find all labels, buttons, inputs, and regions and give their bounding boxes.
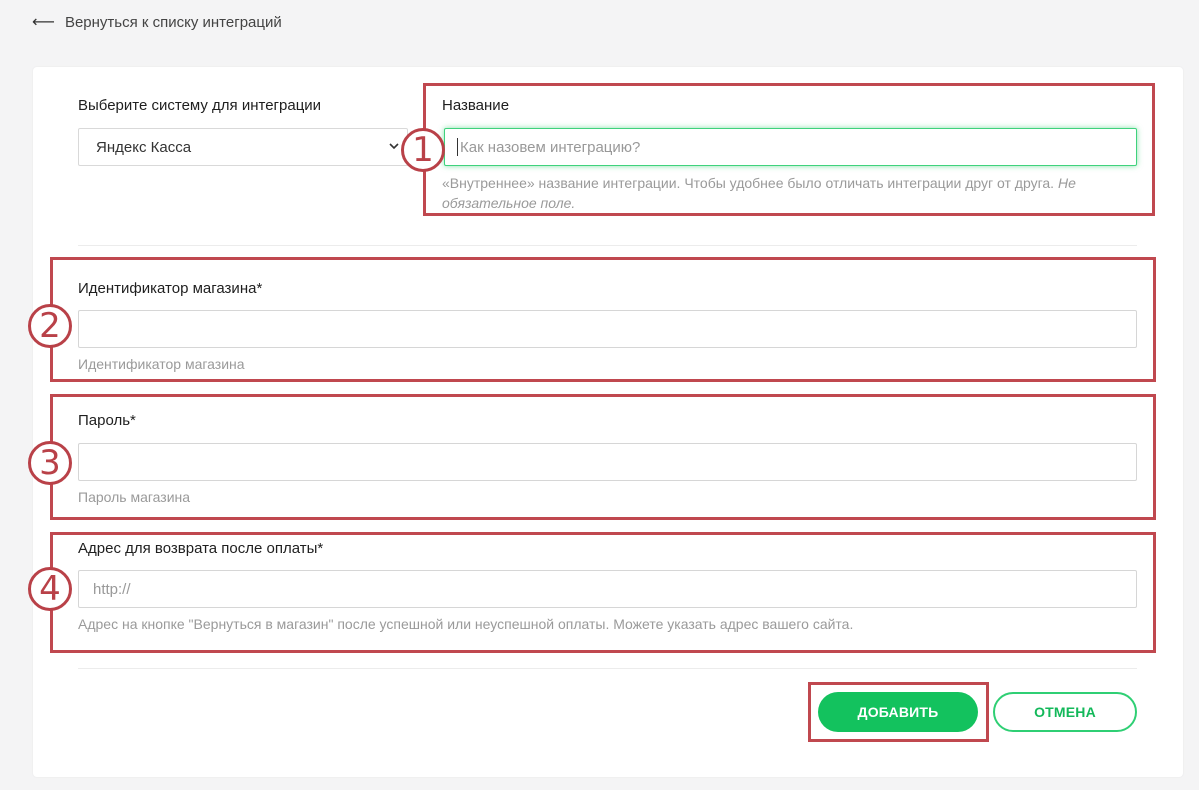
cancel-button[interactable]: ОТМЕНА (993, 692, 1137, 732)
return-url-hint: Адрес на кнопке "Вернуться в магазин" по… (78, 616, 854, 632)
password-hint: Пароль магазина (78, 489, 191, 505)
name-label: Название (442, 97, 510, 114)
section-divider (78, 245, 1137, 246)
shop-id-hint: Идентификатор магазина (78, 356, 245, 372)
name-hint: «Внутреннее» название интеграции. Чтобы … (442, 173, 1132, 213)
password-input[interactable] (78, 443, 1137, 481)
system-label: Выберите систему для интеграции (78, 97, 322, 114)
back-to-integrations-link[interactable]: ⟵ Вернуться к списку интеграций (32, 12, 282, 32)
annotation-badge-1: 1 (401, 128, 445, 172)
name-input[interactable]: Как назовем интеграцию? (444, 128, 1137, 166)
add-button[interactable]: ДОБАВИТЬ (818, 692, 978, 732)
system-select-value: Яндекс Касса (96, 138, 192, 156)
text-caret (457, 138, 458, 156)
shop-id-input[interactable] (78, 310, 1137, 348)
shop-id-label: Идентификатор магазина* (78, 280, 263, 297)
password-label: Пароль* (78, 412, 136, 429)
return-url-placeholder: http:// (93, 580, 131, 598)
back-link-label: Вернуться к списку интеграций (64, 13, 282, 31)
system-select[interactable]: Яндекс Касса (78, 128, 408, 166)
footer-divider (78, 668, 1137, 669)
name-input-placeholder: Как назовем интеграцию? (460, 138, 641, 156)
annotation-badge-4: 4 (28, 567, 72, 611)
name-hint-text: «Внутреннее» название интеграции. Чтобы … (442, 175, 1055, 191)
return-url-input[interactable]: http:// (78, 570, 1137, 608)
return-url-label: Адрес для возврата после оплаты* (78, 540, 324, 557)
chevron-down-icon (389, 143, 399, 150)
annotation-badge-2: 2 (28, 304, 72, 348)
arrow-left-icon: ⟵ (32, 14, 55, 31)
annotation-badge-3: 3 (28, 441, 72, 485)
